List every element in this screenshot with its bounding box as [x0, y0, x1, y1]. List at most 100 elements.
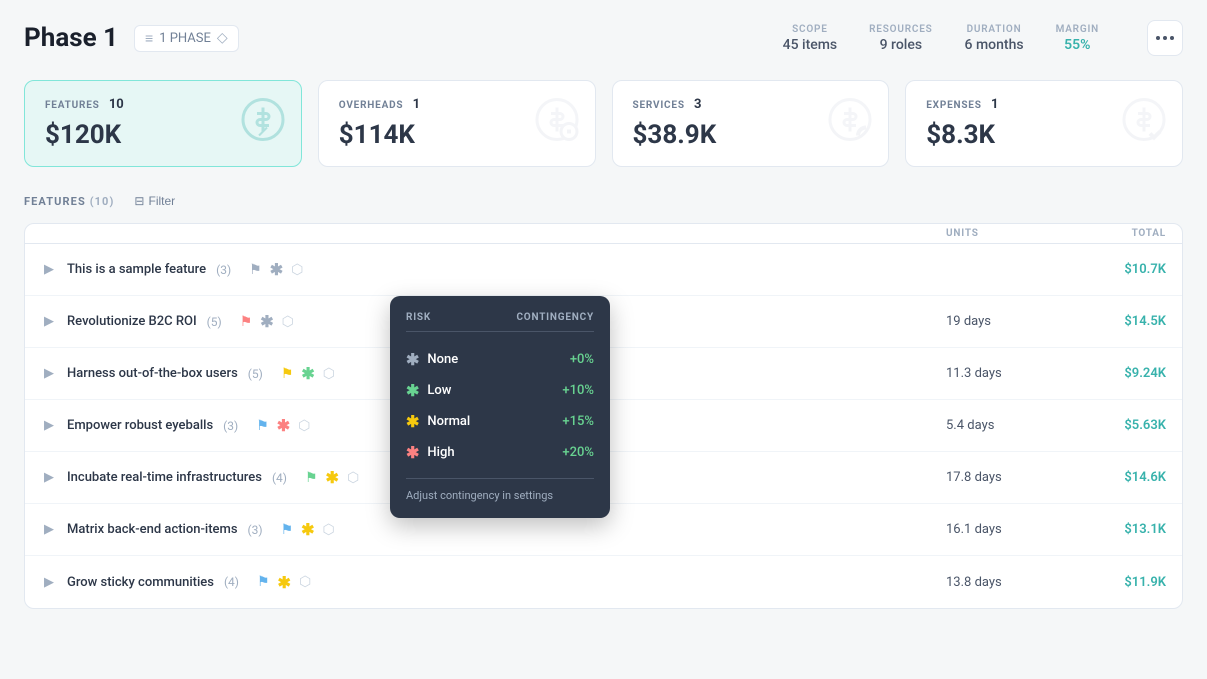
more-options-button[interactable]	[1147, 20, 1183, 56]
page: Phase 1 ≡ 1 PHASE ◇ SCOPE 45 items RESOU…	[0, 0, 1207, 679]
page-header: Phase 1 ≡ 1 PHASE ◇ SCOPE 45 items RESOU…	[24, 20, 1183, 56]
risk-icon[interactable]: ✱	[326, 468, 339, 487]
tag-icon[interactable]: ⬡	[323, 522, 335, 538]
risk-option-icon: ✱	[406, 443, 419, 462]
expand-button[interactable]: ▶	[41, 470, 57, 486]
row-sub-count: (3)	[216, 263, 231, 277]
expand-button[interactable]: ▶	[41, 418, 57, 434]
risk-option-left: ✱ Low	[406, 381, 451, 400]
risk-option-contingency: +10%	[562, 383, 594, 398]
card-icon	[1120, 95, 1168, 152]
flag-icon[interactable]: ⚑	[305, 470, 318, 486]
row-units: 11.3 days	[946, 366, 1066, 381]
row-icons: ⚑ ✱ ⬡	[257, 573, 311, 592]
row-units: 17.8 days	[946, 470, 1066, 485]
row-name: Empower robust eyeballs	[67, 418, 213, 433]
risk-icon[interactable]: ✱	[278, 573, 291, 592]
card-services[interactable]: SERVICES 3 $38.9K	[612, 80, 890, 167]
card-overheads[interactable]: OVERHEADS 1 $114K	[318, 80, 596, 167]
card-label: EXPENSES	[926, 100, 981, 111]
row-icons: ⚑ ✱ ⬡	[249, 260, 303, 279]
scope-label: SCOPE	[783, 24, 838, 35]
row-left: ▶ Grow sticky communities (4) ⚑ ✱ ⬡	[41, 573, 786, 592]
row-sub-count: (5)	[207, 315, 222, 329]
row-left: ▶ This is a sample feature (3) ⚑ ✱ ⬡	[41, 260, 786, 279]
row-name: Matrix back-end action-items	[67, 522, 238, 537]
card-features[interactable]: FEATURES 10 $120K	[24, 80, 302, 167]
risk-icon[interactable]: ✱	[301, 364, 314, 383]
tag-icon[interactable]: ⬡	[291, 262, 303, 278]
row-units: 5.4 days	[946, 418, 1066, 433]
expand-button[interactable]: ▶	[41, 366, 57, 382]
flag-icon[interactable]: ⚑	[249, 262, 262, 278]
row-sub-count: (3)	[248, 523, 263, 537]
col-name	[41, 228, 786, 239]
expand-button[interactable]: ▶	[41, 262, 57, 278]
card-icon	[533, 95, 581, 152]
row-icons: ⚑ ✱ ⬡	[281, 520, 335, 539]
row-total: $9.24K	[1066, 366, 1166, 381]
row-name: Revolutionize B2C ROI	[67, 314, 197, 329]
risk-icon[interactable]: ✱	[270, 260, 283, 279]
risk-option[interactable]: ✱ High +20%	[406, 437, 594, 468]
row-units: 16.1 days	[946, 522, 1066, 537]
expand-button[interactable]: ▶	[41, 574, 57, 590]
col-spacer	[786, 228, 946, 239]
tag-icon[interactable]: ⬡	[298, 418, 310, 434]
risk-option-contingency: +20%	[562, 445, 594, 460]
flag-icon[interactable]: ⚑	[257, 574, 270, 590]
row-total: $11.9K	[1066, 575, 1166, 590]
risk-option[interactable]: ✱ None +0%	[406, 344, 594, 375]
card-count: 1	[413, 97, 420, 112]
risk-option-left: ✱ High	[406, 443, 455, 462]
tag-icon[interactable]: ⬡	[282, 314, 294, 330]
tag-icon[interactable]: ⬡	[323, 366, 335, 382]
table-row[interactable]: ▶ This is a sample feature (3) ⚑ ✱ ⬡ $10…	[25, 244, 1182, 296]
more-dots-icon	[1156, 36, 1174, 40]
page-title: Phase 1	[24, 23, 118, 53]
table-row[interactable]: ▶ Grow sticky communities (4) ⚑ ✱ ⬡ 13.8…	[25, 556, 1182, 608]
expand-button[interactable]: ▶	[41, 314, 57, 330]
card-expenses[interactable]: EXPENSES 1 $8.3K	[905, 80, 1183, 167]
stat-resources: RESOURCES 9 roles	[869, 24, 932, 53]
row-icons: ⚑ ✱ ⬡	[305, 468, 359, 487]
filter-icon: ⊟	[134, 194, 144, 208]
expand-button[interactable]: ▶	[41, 522, 57, 538]
popup-options: ✱ None +0% ✱ Low +10% ✱ Normal +15% ✱ Hi…	[406, 344, 594, 468]
card-label: OVERHEADS	[339, 100, 404, 111]
col-units: UNITS	[946, 228, 1066, 239]
row-sub-count: (5)	[248, 367, 263, 381]
phase-badge[interactable]: ≡ 1 PHASE ◇	[134, 25, 239, 52]
risk-option[interactable]: ✱ Normal +15%	[406, 406, 594, 437]
risk-icon[interactable]: ✱	[260, 312, 273, 331]
card-label: SERVICES	[633, 100, 685, 111]
flag-icon[interactable]: ⚑	[256, 418, 269, 434]
tag-icon[interactable]: ⬡	[299, 574, 311, 590]
stat-duration: DURATION 6 months	[965, 24, 1024, 53]
flag-icon[interactable]: ⚑	[281, 522, 294, 538]
risk-option-name: Normal	[427, 414, 470, 429]
row-total: $10.7K	[1066, 262, 1166, 277]
tag-icon[interactable]: ⬡	[347, 470, 359, 486]
flag-icon[interactable]: ⚑	[240, 314, 253, 330]
diamond-icon: ◇	[217, 30, 228, 46]
risk-option[interactable]: ✱ Low +10%	[406, 375, 594, 406]
flag-icon[interactable]: ⚑	[281, 366, 294, 382]
risk-popup: RISK CONTINGENCY ✱ None +0% ✱ Low +10% ✱…	[390, 296, 610, 518]
resources-value: 9 roles	[880, 37, 922, 53]
risk-icon[interactable]: ✱	[301, 520, 314, 539]
filter-button[interactable]: ⊟ Filter	[126, 191, 183, 211]
risk-option-icon: ✱	[406, 381, 419, 400]
row-total: $14.5K	[1066, 314, 1166, 329]
resources-label: RESOURCES	[869, 24, 932, 35]
row-total: $14.6K	[1066, 470, 1166, 485]
risk-icon[interactable]: ✱	[277, 416, 290, 435]
row-sub-count: (4)	[272, 471, 287, 485]
row-total: $5.63K	[1066, 418, 1166, 433]
row-icons: ⚑ ✱ ⬡	[240, 312, 294, 331]
section-title: FEATURES (10)	[24, 195, 114, 208]
row-name: Incubate real-time infrastructures	[67, 470, 262, 485]
row-name: Grow sticky communities	[67, 575, 214, 590]
duration-value: 6 months	[965, 37, 1024, 53]
card-icon	[826, 95, 874, 152]
